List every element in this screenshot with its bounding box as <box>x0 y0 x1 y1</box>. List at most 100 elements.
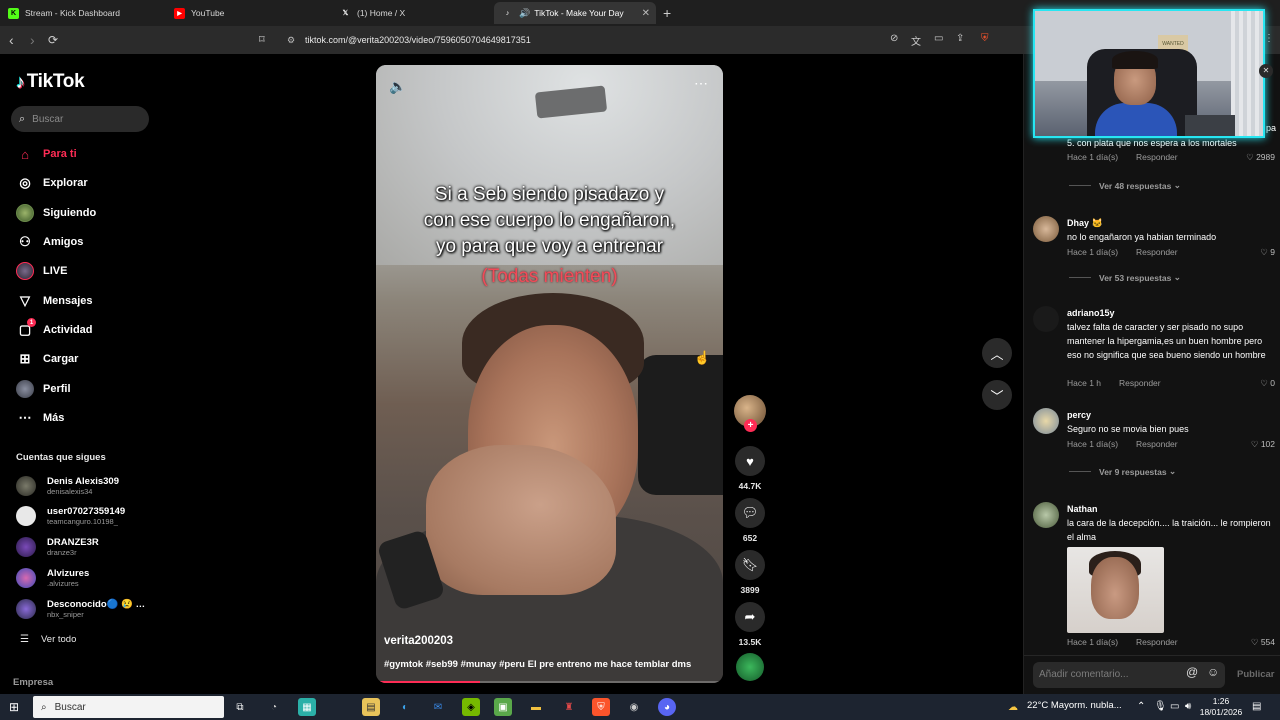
next-video-button[interactable]: ﹀ <box>982 380 1012 410</box>
brave-shield-icon[interactable]: ⛨ <box>981 33 989 44</box>
nav-item-amigos[interactable]: ⚇ Amigos <box>16 233 83 251</box>
more-options-icon[interactable]: ⋯ <box>694 75 709 92</box>
tab-tiktok[interactable]: ♪ 🔊 TikTok - Make Your Day ✕ <box>494 2 656 24</box>
taskbar-search[interactable]: ⌕ Buscar <box>33 696 224 718</box>
comment-button[interactable]: 💬︎ 652 <box>734 498 766 543</box>
comment-like-button[interactable]: ♡ 9 <box>1260 247 1275 258</box>
app-icon[interactable]: ▦ <box>298 698 316 716</box>
following-account[interactable]: DRANZE3R dranze3r <box>16 537 99 557</box>
comment-like-button[interactable]: ♡ 2989 <box>1246 152 1275 163</box>
reply-button[interactable]: Responder <box>1136 637 1178 647</box>
comment-author[interactable]: adriano15y <box>1067 308 1115 318</box>
discord-icon[interactable]: ◕ <box>658 698 676 716</box>
friends-icon: ⚇ <box>19 234 31 249</box>
clock[interactable]: 1:26 18/01/2026 <box>1197 696 1245 718</box>
mention-icon[interactable]: @ <box>1186 665 1198 679</box>
view-replies-button[interactable]: Ver 53 respuestas ⌄ <box>1069 272 1181 283</box>
avatar[interactable] <box>1033 306 1059 332</box>
nav-item-para-ti[interactable]: ⌂ Para ti <box>16 145 77 163</box>
video-author[interactable]: verita200203 <box>384 635 453 647</box>
comment-like-button[interactable]: ♡ 0 <box>1260 378 1275 389</box>
mail-icon[interactable]: ✉ <box>429 698 447 716</box>
creator-avatar[interactable]: + <box>734 395 766 432</box>
reply-button[interactable]: Responder <box>1136 152 1178 162</box>
video-player[interactable]: 🔈 ⋯ Si a Seb siendo pisadazo y con ese c… <box>376 65 723 683</box>
reply-button[interactable]: Responder <box>1136 247 1178 257</box>
close-tab-icon[interactable]: ✕ <box>642 8 650 19</box>
avatar[interactable] <box>1033 502 1059 528</box>
reply-button[interactable]: Responder <box>1119 378 1161 388</box>
music-disc-icon[interactable] <box>736 653 764 681</box>
comment-author[interactable]: percy <box>1067 410 1091 420</box>
picture-in-picture-icon[interactable]: ▭ <box>934 33 943 44</box>
cast-off-icon[interactable]: ⊘ <box>890 33 898 44</box>
obs-icon[interactable]: ◉ <box>625 698 643 716</box>
like-button[interactable]: ♥ 44.7K <box>734 446 766 491</box>
nav-item-actividad[interactable]: ▢ 1 Actividad <box>16 318 93 339</box>
nav-item-mas[interactable]: ⋯ Más <box>16 409 65 427</box>
network-icon[interactable]: ▭ <box>1170 701 1179 712</box>
app-icon[interactable]: ♜ <box>560 698 578 716</box>
following-account[interactable]: Desconocido🔵 😢 … nbx_sniper <box>16 599 145 619</box>
comment-like-button[interactable]: ♡ 102 <box>1251 439 1275 450</box>
search-input[interactable]: ⌕ Buscar <box>11 106 149 132</box>
notifications-icon[interactable]: ▤ <box>1252 701 1261 712</box>
see-all-link[interactable]: ☰ Ver todo <box>20 634 76 645</box>
brave-icon[interactable]: ⛨ <box>592 698 610 716</box>
following-account[interactable]: user07027359149 teamcanguro.10198_ <box>16 506 125 526</box>
view-replies-button[interactable]: Ver 9 respuestas ⌄ <box>1069 466 1176 477</box>
comment-author[interactable]: Dhay 🐱 <box>1067 218 1103 229</box>
bookmark-icon[interactable]: ⌑ <box>259 33 265 46</box>
comment-author[interactable]: Nathan <box>1067 504 1098 514</box>
previous-video-button[interactable]: ︿ <box>982 338 1012 368</box>
tiktok-logo[interactable]: ♪ TikTok <box>16 71 85 93</box>
following-account[interactable]: Alvizures .alvizures <box>16 568 89 588</box>
follow-plus-icon[interactable]: + <box>744 419 757 432</box>
video-progress-bar[interactable] <box>376 681 723 683</box>
tab-x-home[interactable]: 𝕏 (1) Home / X <box>332 2 494 24</box>
task-view-icon[interactable]: ⧉ <box>231 698 249 716</box>
store-icon[interactable]: ▤ <box>362 698 380 716</box>
tray-chevron-icon[interactable]: ⌃ <box>1137 701 1145 712</box>
windows-start-icon[interactable]: ⊞ <box>9 700 19 714</box>
avatar[interactable] <box>1033 216 1059 242</box>
publish-button[interactable]: Publicar <box>1237 669 1275 680</box>
folder-icon[interactable]: ▬ <box>527 698 545 716</box>
forward-icon[interactable]: › <box>30 32 35 48</box>
emoji-icon[interactable]: ☺ <box>1207 665 1219 679</box>
nvidia-icon[interactable]: ◈ <box>462 698 480 716</box>
share-button[interactable]: ➦ 13.5K <box>734 602 766 647</box>
translate-icon[interactable]: ⽂ <box>911 33 921 48</box>
volume-icon[interactable]: 🔊︎ <box>1185 701 1191 712</box>
volume-icon[interactable]: 🔈 <box>389 78 406 95</box>
tab-kick-dashboard[interactable]: K Stream - Kick Dashboard <box>0 2 168 24</box>
speedometer-icon[interactable]: ◔ <box>265 698 283 716</box>
minecraft-icon[interactable]: ▣ <box>494 698 512 716</box>
activity-icon: ▢ 1 <box>16 318 36 339</box>
nav-item-siguiendo[interactable]: Siguiendo <box>16 204 96 222</box>
reload-icon[interactable]: ⟳ <box>48 33 58 47</box>
microphone-icon[interactable]: 🎙︎ <box>1154 701 1167 712</box>
save-button[interactable]: 🔖︎ 3899 <box>734 550 766 595</box>
avatar[interactable] <box>1033 408 1059 434</box>
tab-youtube[interactable]: ▶ YouTube <box>166 2 332 24</box>
nav-item-live[interactable]: LIVE <box>16 262 67 280</box>
nav-item-mensajes[interactable]: ▽ Mensajes <box>16 292 93 310</box>
following-account[interactable]: Denis Alexis309 denisalexis34 <box>16 476 119 496</box>
close-panel-icon[interactable]: ✕ <box>1259 64 1273 78</box>
back-icon[interactable]: ‹ <box>9 32 14 48</box>
weather-text[interactable]: 22°C Mayorm. nubla... <box>1027 700 1122 711</box>
nav-item-perfil[interactable]: Perfil <box>16 380 71 398</box>
nav-item-cargar[interactable]: ⊞ Cargar <box>16 350 79 368</box>
nav-item-explorar[interactable]: ◎ Explorar <box>16 174 87 192</box>
company-link[interactable]: Empresa <box>13 677 53 688</box>
menu-icon[interactable]: ⋮ <box>1264 33 1274 44</box>
comment-like-button[interactable]: ♡ 554 <box>1251 637 1275 648</box>
site-info-icon[interactable]: ⚙ <box>287 35 295 46</box>
view-replies-button[interactable]: Ver 48 respuestas ⌄ <box>1069 180 1181 191</box>
new-tab-button[interactable]: + <box>663 5 671 21</box>
share-icon[interactable]: ⇪ <box>956 33 964 44</box>
edge-icon[interactable]: ◐ <box>396 698 414 716</box>
reply-button[interactable]: Responder <box>1136 439 1178 449</box>
comment-image[interactable] <box>1067 547 1164 633</box>
